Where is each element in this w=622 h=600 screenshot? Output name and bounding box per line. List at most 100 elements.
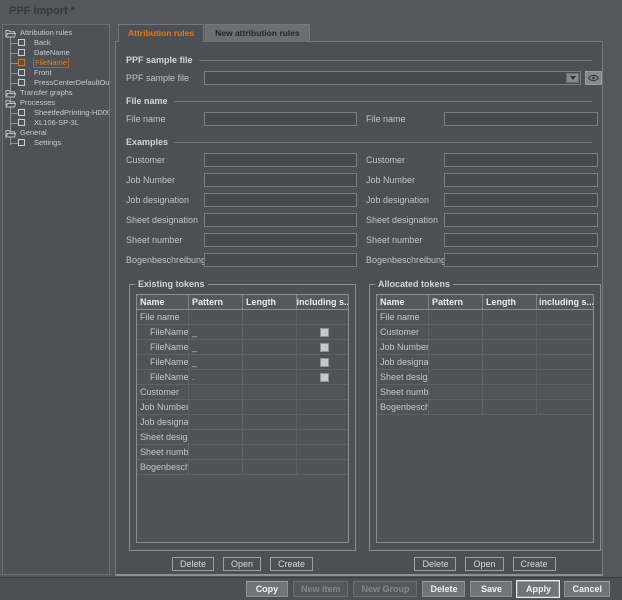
tree-item-datename[interactable]: DateName xyxy=(5,48,109,58)
column-header-length[interactable]: Length xyxy=(483,295,537,309)
token-row-job-designation[interactable]: Job designation xyxy=(137,415,348,430)
tree-item-transfer-graphs[interactable]: Transfer graphs xyxy=(5,88,109,98)
tree-item-front[interactable]: Front xyxy=(5,68,109,78)
example-input-right[interactable] xyxy=(444,253,598,267)
field-label: Sheet designation xyxy=(126,215,204,225)
checkbox-icon[interactable] xyxy=(18,69,25,76)
copy-button[interactable]: Copy xyxy=(246,581,288,597)
ppf-sample-file-combobox[interactable] xyxy=(204,71,581,85)
tab-attribution-rules[interactable]: Attribution rules xyxy=(118,24,204,42)
delete-button[interactable]: Delete xyxy=(414,557,456,571)
tree-item-filename[interactable]: FileName xyxy=(5,58,109,68)
token-row-customer[interactable]: Customer xyxy=(377,325,593,340)
token-including-cell xyxy=(297,460,348,474)
token-row-bogenbeschreibung[interactable]: Bogenbeschreibung xyxy=(377,400,593,415)
cancel-button[interactable]: Cancel xyxy=(564,581,610,597)
token-row-filename3[interactable]: FileName3_ xyxy=(137,355,348,370)
token-row-sheet-number[interactable]: Sheet number xyxy=(137,445,348,460)
token-row-customer[interactable]: Customer xyxy=(137,385,348,400)
tree-item-label: Processes xyxy=(20,98,55,107)
tree-item-attribution-rules[interactable]: Attribution rules xyxy=(5,28,109,38)
column-header-pattern[interactable]: Pattern xyxy=(429,295,483,309)
folder-icon xyxy=(5,99,16,107)
file-name-input-left[interactable] xyxy=(204,112,357,126)
token-row-filename1[interactable]: FileName1_ xyxy=(137,325,348,340)
checkbox-icon[interactable] xyxy=(18,39,25,46)
checkbox-icon[interactable] xyxy=(18,109,25,116)
token-row-job-number[interactable]: Job Number xyxy=(137,400,348,415)
token-row-job-designation[interactable]: Job designation xyxy=(377,355,593,370)
tree-item-processes[interactable]: Processes xyxy=(5,98,109,108)
token-row-sheet-number[interactable]: Sheet number xyxy=(377,385,593,400)
open-button[interactable]: Open xyxy=(223,557,261,571)
token-including-cell xyxy=(537,385,593,399)
token-including-cell xyxy=(297,370,348,384)
example-input-right[interactable] xyxy=(444,173,598,187)
delete-button[interactable]: Delete xyxy=(422,581,465,597)
sidebar: Attribution rulesBackDateNameFileNameFro… xyxy=(2,24,110,575)
tree-item-back[interactable]: Back xyxy=(5,38,109,48)
checkbox-icon[interactable] xyxy=(320,358,329,367)
checkbox-icon[interactable] xyxy=(18,79,25,86)
token-row-sheet-designation[interactable]: Sheet designation xyxy=(377,370,593,385)
save-button[interactable]: Save xyxy=(470,581,512,597)
checkbox-icon[interactable] xyxy=(18,49,25,56)
tab-new-attribution-rules[interactable]: New attribution rules xyxy=(205,24,310,42)
token-row-sheet-designation[interactable]: Sheet designation xyxy=(137,430,348,445)
new-group-button[interactable]: New Group xyxy=(353,581,417,597)
column-header-including-s[interactable]: including s... xyxy=(537,295,593,309)
example-input-right[interactable] xyxy=(444,233,598,247)
tree-item-label: DateName xyxy=(34,48,70,57)
example-input-left[interactable] xyxy=(204,153,357,167)
delete-button[interactable]: Delete xyxy=(172,557,214,571)
new-item-button[interactable]: New item xyxy=(293,581,349,597)
checkbox-icon[interactable] xyxy=(18,119,25,126)
checkbox-icon[interactable] xyxy=(320,328,329,337)
example-input-left[interactable] xyxy=(204,253,357,267)
tree-item-sheetfedprinting-hd001[interactable]: SheetfedPrinting-HD001 xyxy=(5,108,109,118)
tree-item-presscenterdefaultoutput[interactable]: PressCenterDefaultOutput xyxy=(5,78,109,88)
create-button[interactable]: Create xyxy=(270,557,313,571)
token-row-bogenbeschreibung[interactable]: Bogenbeschreibung xyxy=(137,460,348,475)
example-input-left[interactable] xyxy=(204,213,357,227)
open-button[interactable]: Open xyxy=(465,557,503,571)
column-header-length[interactable]: Length xyxy=(243,295,297,309)
section-title: PPF sample file xyxy=(126,55,193,65)
tree-item-general[interactable]: General xyxy=(5,128,109,138)
token-row-job-number[interactable]: Job Number xyxy=(377,340,593,355)
token-row-filename2[interactable]: FileName2_ xyxy=(137,340,348,355)
table-header-row: NamePatternLengthincluding s... xyxy=(137,295,348,310)
create-button[interactable]: Create xyxy=(513,557,556,571)
token-row-file-name[interactable]: File name xyxy=(377,310,593,325)
column-header-including-s[interactable]: including s... xyxy=(297,295,348,309)
example-input-left[interactable] xyxy=(204,173,357,187)
example-input-right[interactable] xyxy=(444,213,598,227)
column-header-name[interactable]: Name xyxy=(137,295,189,309)
token-including-cell xyxy=(297,400,348,414)
existing-tokens-table[interactable]: NamePatternLengthincluding s... File nam… xyxy=(136,294,349,543)
chevron-down-icon[interactable] xyxy=(566,73,579,83)
token-row-file-name[interactable]: File name xyxy=(137,310,348,325)
allocated-tokens-table[interactable]: NamePatternLengthincluding s... File nam… xyxy=(376,294,594,543)
token-name-cell: Sheet designation xyxy=(137,430,189,444)
tree-item-settings[interactable]: Settings xyxy=(5,138,109,148)
checkbox-icon[interactable] xyxy=(18,59,25,66)
apply-button[interactable]: Apply xyxy=(517,581,559,597)
checkbox-icon[interactable] xyxy=(320,373,329,382)
tree-item-label: General xyxy=(20,128,47,137)
token-name-cell: Sheet number xyxy=(377,385,429,399)
example-row-customer: CustomerCustomer xyxy=(126,153,602,167)
column-header-pattern[interactable]: Pattern xyxy=(189,295,243,309)
example-input-left[interactable] xyxy=(204,193,357,207)
column-header-name[interactable]: Name xyxy=(377,295,429,309)
checkbox-icon[interactable] xyxy=(320,343,329,352)
field-label: Job Number xyxy=(126,175,204,185)
file-name-input-right[interactable] xyxy=(444,112,598,126)
checkbox-icon[interactable] xyxy=(18,139,25,146)
example-input-right[interactable] xyxy=(444,153,598,167)
token-row-filename4[interactable]: FileName4. xyxy=(137,370,348,385)
browse-button[interactable] xyxy=(585,71,602,85)
example-input-left[interactable] xyxy=(204,233,357,247)
tree-item-xl106-sp-3l[interactable]: XL106-SP-3L xyxy=(5,118,109,128)
example-input-right[interactable] xyxy=(444,193,598,207)
